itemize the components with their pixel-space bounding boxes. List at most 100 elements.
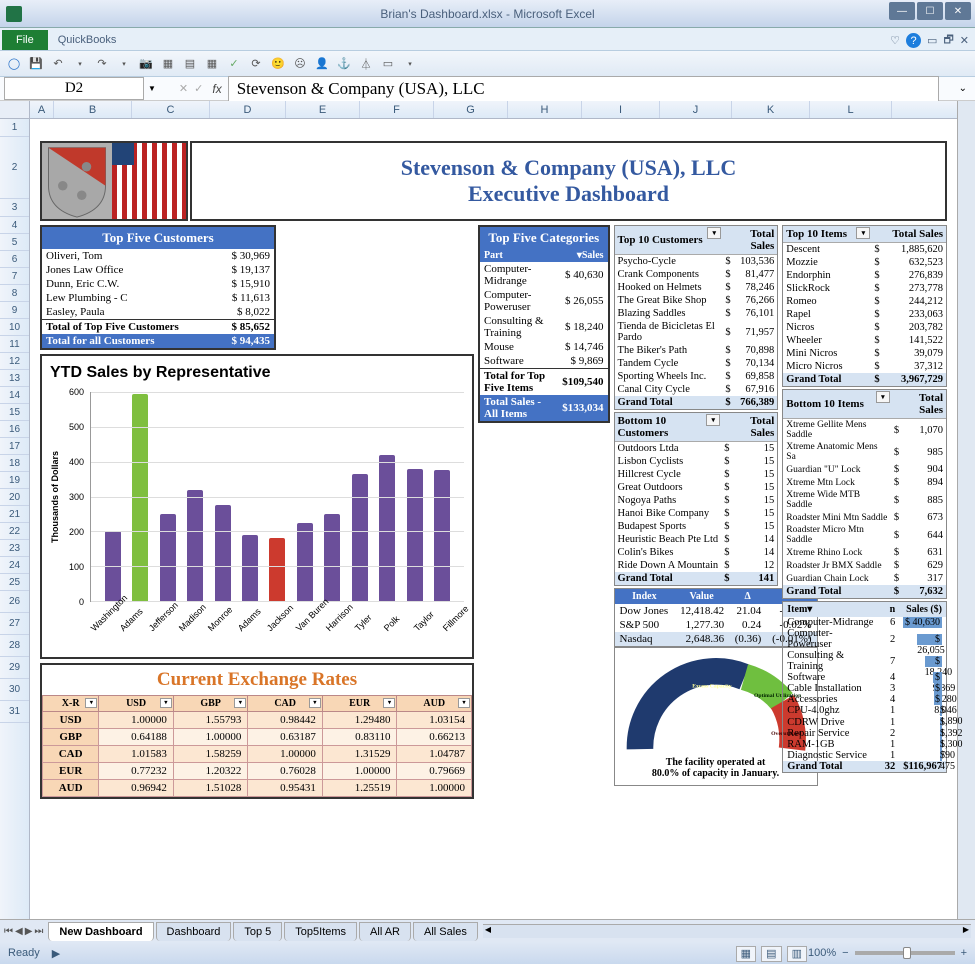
check-icon[interactable]: ✓: [226, 56, 242, 72]
zoom-out-icon[interactable]: −: [842, 947, 848, 959]
row-header-21[interactable]: 21: [0, 506, 29, 523]
row-header-28[interactable]: 28: [0, 635, 29, 657]
file-tab[interactable]: File: [2, 30, 48, 50]
row-header-29[interactable]: 29: [0, 657, 29, 679]
filter-icon[interactable]: ▾: [309, 698, 321, 708]
more-icon[interactable]: ▾: [402, 56, 418, 72]
select-all-corner[interactable]: [0, 101, 30, 119]
calc-icon[interactable]: ▭: [380, 56, 396, 72]
filter-icon[interactable]: ▾: [876, 391, 890, 403]
zoom-level[interactable]: 100%: [808, 947, 836, 959]
close-workbook-icon[interactable]: ✕: [960, 34, 969, 47]
row-header-17[interactable]: 17: [0, 438, 29, 455]
page-layout-icon[interactable]: ▤: [761, 946, 781, 962]
col-header-F[interactable]: F: [360, 101, 434, 118]
row-header-23[interactable]: 23: [0, 540, 29, 557]
row-header-18[interactable]: 18: [0, 455, 29, 472]
row-header-14[interactable]: 14: [0, 387, 29, 404]
filter-icon[interactable]: ▾: [234, 698, 246, 708]
sheet-tab-top-5[interactable]: Top 5: [233, 922, 282, 941]
ribbon-tab-quickbooks[interactable]: QuickBooks: [48, 30, 130, 50]
macro-icon[interactable]: ▶: [52, 947, 60, 960]
row-header-19[interactable]: 19: [0, 472, 29, 489]
sheet-tab-new-dashboard[interactable]: New Dashboard: [48, 922, 153, 941]
scroll-up-icon[interactable]: [957, 101, 975, 119]
row-header-27[interactable]: 27: [0, 613, 29, 635]
worksheet-canvas[interactable]: Stevenson & Company (USA), LLC Executive…: [30, 119, 957, 919]
refresh-icon[interactable]: ⟳: [248, 56, 264, 72]
new-icon[interactable]: ◯: [6, 56, 22, 72]
help-icon[interactable]: ?: [906, 33, 921, 48]
sheet-tab-dashboard[interactable]: Dashboard: [156, 922, 232, 941]
row-header-31[interactable]: 31: [0, 701, 29, 723]
customize-icon[interactable]: ♡: [890, 34, 900, 47]
col-header-I[interactable]: I: [582, 101, 660, 118]
row-header-24[interactable]: 24: [0, 557, 29, 574]
filter-icon[interactable]: ▾: [706, 414, 720, 426]
fx-icon[interactable]: fx: [212, 82, 221, 96]
row-header-5[interactable]: 5: [0, 234, 29, 251]
row-header-12[interactable]: 12: [0, 353, 29, 370]
row-header-11[interactable]: 11: [0, 336, 29, 353]
prev-sheet-icon[interactable]: ◀: [15, 926, 23, 937]
col-header-E[interactable]: E: [286, 101, 360, 118]
col-header-G[interactable]: G: [434, 101, 508, 118]
filter-icon[interactable]: ▾: [85, 698, 97, 708]
row-header-26[interactable]: 26: [0, 591, 29, 613]
row-header-20[interactable]: 20: [0, 489, 29, 506]
col-header-H[interactable]: H: [508, 101, 582, 118]
org-icon[interactable]: ⏃: [358, 56, 374, 72]
anchor-icon[interactable]: ⚓: [336, 56, 352, 72]
sad-icon[interactable]: ☹: [292, 56, 308, 72]
col-header-D[interactable]: D: [210, 101, 286, 118]
name-box[interactable]: D2: [4, 77, 144, 100]
camera-icon[interactable]: 📷: [138, 56, 154, 72]
col-header-A[interactable]: A: [30, 101, 54, 118]
filter-icon[interactable]: ▾: [807, 604, 812, 615]
sheet-tab-top5items[interactable]: Top5Items: [284, 922, 357, 941]
row-header-16[interactable]: 16: [0, 421, 29, 438]
restore-workbook-icon[interactable]: 🗗: [943, 31, 953, 50]
row-header-13[interactable]: 13: [0, 370, 29, 387]
person-icon[interactable]: 👤: [314, 56, 330, 72]
row-header-1[interactable]: 1: [0, 119, 29, 137]
undo-split-icon[interactable]: ▾: [72, 56, 88, 72]
enter-formula-icon[interactable]: ✓: [194, 82, 203, 95]
smiley-icon[interactable]: 🙂: [270, 56, 286, 72]
row-header-9[interactable]: 9: [0, 302, 29, 319]
col-header-B[interactable]: B: [54, 101, 132, 118]
filter-icon[interactable]: ▾: [577, 250, 582, 261]
row-header-22[interactable]: 22: [0, 523, 29, 540]
col-header-K[interactable]: K: [732, 101, 810, 118]
col-header-J[interactable]: J: [660, 101, 732, 118]
save-icon[interactable]: 💾: [28, 56, 44, 72]
normal-view-icon[interactable]: ▦: [736, 946, 756, 962]
minimize-button[interactable]: —: [889, 2, 915, 20]
row-header-30[interactable]: 30: [0, 679, 29, 701]
row-header-25[interactable]: 25: [0, 574, 29, 591]
borders-icon[interactable]: ▦: [204, 56, 220, 72]
horizontal-scrollbar[interactable]: ◀ ▶: [483, 924, 971, 938]
expand-formula-icon[interactable]: ⌄: [959, 83, 967, 94]
filter-icon[interactable]: ▾: [707, 227, 721, 239]
page-break-icon[interactable]: ▥: [787, 946, 807, 962]
redo-icon[interactable]: ↷: [94, 56, 110, 72]
print-preview-icon[interactable]: ▦: [160, 56, 176, 72]
minimize-ribbon-icon[interactable]: ▭: [927, 34, 937, 47]
row-header-10[interactable]: 10: [0, 319, 29, 336]
filter-icon[interactable]: ▾: [383, 698, 395, 708]
row-header-2[interactable]: 2: [0, 137, 29, 199]
maximize-button[interactable]: ☐: [917, 2, 943, 20]
cancel-formula-icon[interactable]: ✕: [179, 82, 188, 95]
undo-icon[interactable]: ↶: [50, 56, 66, 72]
zoom-in-icon[interactable]: +: [961, 947, 967, 959]
filter-icon[interactable]: ▾: [160, 698, 172, 708]
sheet-tab-all-sales[interactable]: All Sales: [413, 922, 478, 941]
row-header-8[interactable]: 8: [0, 285, 29, 302]
next-sheet-icon[interactable]: ▶: [25, 926, 33, 937]
redo-split-icon[interactable]: ▾: [116, 56, 132, 72]
row-header-3[interactable]: 3: [0, 199, 29, 217]
sheet-tab-all-ar[interactable]: All AR: [359, 922, 411, 941]
row-header-15[interactable]: 15: [0, 404, 29, 421]
zoom-slider[interactable]: [855, 951, 955, 955]
